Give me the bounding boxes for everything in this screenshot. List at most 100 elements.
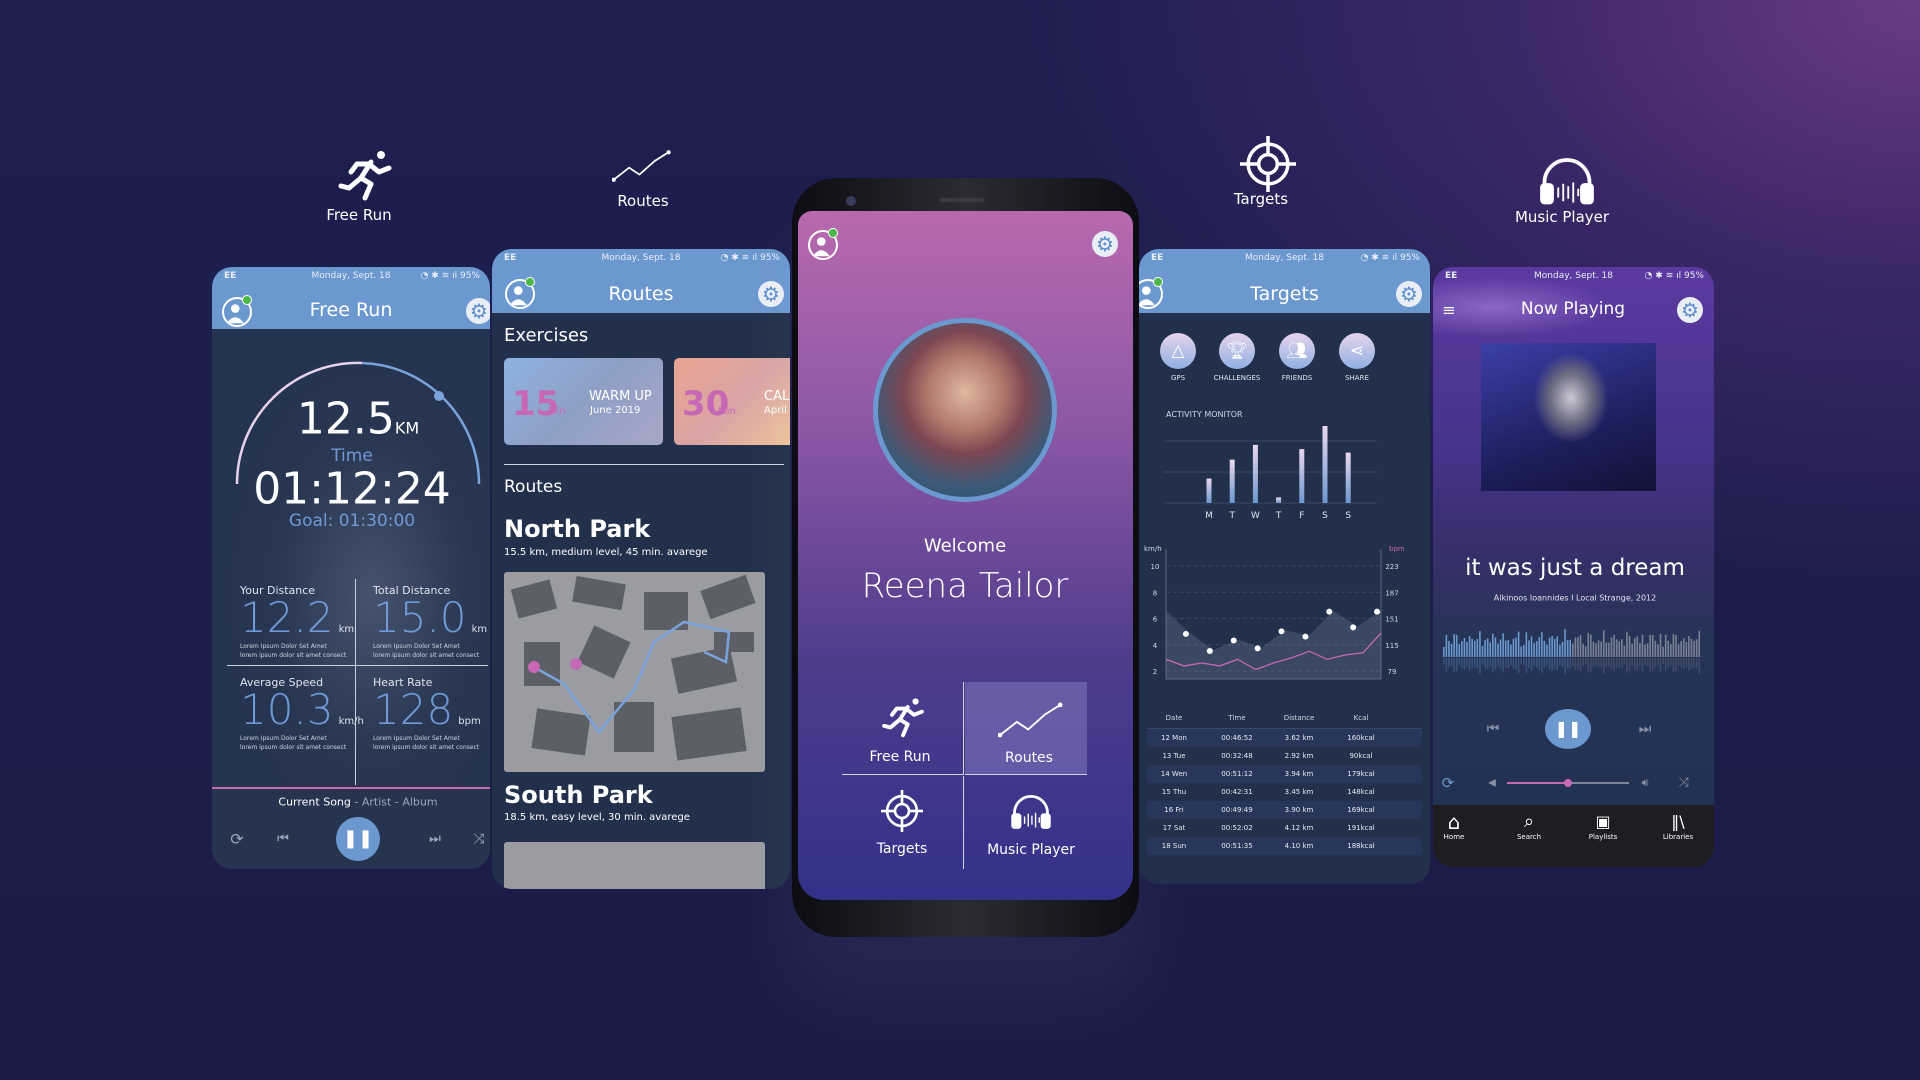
table-row[interactable]: 14 Wen 00:51:12 3.94 km 179kcal (1147, 765, 1422, 783)
previous-icon[interactable]: ⏮ (1487, 721, 1500, 737)
bar-T (1276, 497, 1282, 503)
nav-home[interactable]: ⌂ Home (1434, 811, 1474, 841)
wave-bar (1520, 646, 1522, 657)
activity-bar-chart: MTWTFSS (1164, 426, 1377, 521)
wave-bar (1577, 637, 1579, 657)
trophy-icon: 🏆︎ (1219, 333, 1255, 369)
wave-reflection (1698, 658, 1701, 674)
exercises-heading: Exercises (504, 325, 589, 346)
settings-gear-icon[interactable]: ⚙ (1677, 297, 1703, 323)
nav-playlists[interactable]: ▣ Playlists (1583, 811, 1623, 841)
exercise-card[interactable]: 15 Min WARM UP June 2019 (504, 358, 663, 445)
wave-reflection (1541, 658, 1543, 673)
wave-reflection (1530, 658, 1533, 671)
pause-button[interactable]: ❚❚ (1545, 709, 1591, 749)
stat-desc: lorem ipsum dolor sit amet consect (373, 652, 480, 659)
wave-bar (1522, 644, 1525, 657)
volume-knob[interactable] (1564, 779, 1572, 787)
wave-reflection (1623, 658, 1626, 665)
wave-bar (1608, 642, 1610, 657)
action-challenges[interactable]: 🏆︎ CHALLENGES (1207, 333, 1267, 382)
speed-point (1278, 628, 1285, 635)
tile-targets[interactable]: Targets (842, 776, 964, 869)
free-run-screen: EE Monday, Sept. 18 ◔ ✱ ≋ ıl 95% Free Run … (212, 267, 490, 869)
wave-reflection (1533, 658, 1535, 667)
wave-reflection (1579, 658, 1582, 672)
y-tick: 10 (1151, 563, 1160, 571)
wave-bar (1597, 640, 1600, 657)
wave-reflection (1520, 658, 1522, 665)
waveform-seekbar[interactable] (1443, 629, 1701, 685)
tile-free-run[interactable]: Free Run (842, 682, 964, 775)
nav-search[interactable]: ⌕ Search (1509, 811, 1549, 841)
next-icon[interactable]: ⏭ (429, 832, 441, 847)
wave-reflection (1489, 658, 1492, 667)
action-friends[interactable]: 👥︎ FRIENDS (1267, 333, 1327, 382)
volume-high-icon[interactable]: 🔊︎ (1642, 776, 1649, 790)
tile-routes[interactable]: Routes (965, 682, 1087, 775)
bar-label: M (1205, 511, 1213, 521)
y-tick: 6 (1153, 616, 1158, 624)
route-name[interactable]: South Park (504, 781, 653, 809)
gauge-knob[interactable] (434, 391, 444, 401)
song-progress[interactable] (212, 787, 490, 789)
previous-icon[interactable]: ⏮ (277, 832, 289, 847)
settings-gear-icon[interactable]: ⚙ (1396, 281, 1422, 307)
table-row[interactable]: 13 Tue 00:32:48 2.92 km 90kcal (1147, 747, 1422, 765)
table-cell: 191kcal (1347, 824, 1375, 832)
repeat-icon[interactable]: ⟳ (230, 830, 243, 849)
wave-reflection (1443, 658, 1445, 664)
repeat-icon[interactable]: ⟳ (1442, 774, 1455, 792)
nav-libraries[interactable]: ‖\ Libraries (1658, 811, 1698, 841)
wave-reflection (1628, 658, 1631, 671)
hamburger-menu-icon[interactable]: ≡ (1442, 301, 1455, 320)
table-cell: 4.10 km (1284, 842, 1314, 850)
battery: ◔ ✱ ≋ ıl 95% (1360, 253, 1420, 263)
bar-T (1229, 459, 1235, 503)
table-row[interactable]: 17 Sat 00:52:02 4.12 km 191kcal (1147, 819, 1422, 837)
wave-reflection (1471, 658, 1473, 669)
wave-bar (1574, 637, 1577, 657)
volume-low-icon[interactable]: ◀ (1488, 778, 1496, 789)
table-row[interactable]: 12 Mon 00:46:52 3.62 km 160kcal (1147, 729, 1422, 747)
shuffle-icon[interactable]: ⤨ (1679, 776, 1689, 791)
wave-bar (1579, 635, 1582, 657)
wave-reflection (1680, 658, 1682, 668)
tile-music-player[interactable]: Music Player (965, 776, 1087, 869)
pause-button[interactable]: ❚❚ (336, 817, 380, 861)
wave-bar (1605, 642, 1608, 657)
exercise-card[interactable]: 30 Min CAL April (674, 358, 790, 445)
wave-reflection (1690, 658, 1693, 669)
settings-gear-icon[interactable]: ⚙ (758, 281, 784, 307)
wave-bar (1497, 643, 1499, 657)
shuffle-icon[interactable]: ⤨ (473, 831, 484, 847)
next-icon[interactable]: ⏭ (1639, 721, 1652, 737)
volume-slider[interactable] (1507, 779, 1629, 787)
wave-bar (1468, 636, 1471, 657)
wave-reflection (1528, 658, 1530, 668)
wave-reflection (1450, 658, 1453, 666)
table-row[interactable]: 16 Fri 00:49:49 3.90 km 169kcal (1147, 801, 1422, 819)
wave-reflection (1455, 658, 1458, 672)
settings-gear-icon[interactable]: ⚙ (1092, 231, 1118, 257)
action-gps[interactable]: △ GPS (1148, 333, 1208, 382)
wave-reflection (1448, 658, 1450, 668)
table-cell: 12 Mon (1161, 734, 1187, 742)
bar-S (1322, 426, 1328, 503)
table-cell: 90kcal (1349, 752, 1373, 760)
route-desc: 18.5 km, easy level, 30 min. avarege (504, 812, 690, 823)
north-park-map[interactable] (504, 572, 765, 772)
south-park-map[interactable] (504, 842, 765, 889)
header: EE Monday, Sept. 18 ◔ ✱ ≋ ıl 95% Routes ⚙ (492, 249, 790, 313)
profile-photo[interactable] (873, 318, 1057, 502)
wave-bar (1553, 638, 1556, 657)
wave-bar (1556, 636, 1559, 657)
wave-bar (1664, 634, 1667, 657)
wave-reflection (1654, 658, 1657, 668)
route-name[interactable]: North Park (504, 515, 650, 543)
table-row[interactable]: 18 Sun 00:51:35 4.10 km 188kcal (1147, 837, 1422, 855)
action-share[interactable]: ⋖ SHARE (1327, 333, 1387, 382)
top-label-routes: Routes (617, 192, 669, 210)
top-label-free-run: Free Run (326, 206, 392, 224)
table-row[interactable]: 15 Thu 00:42:31 3.45 km 148kcal (1147, 783, 1422, 801)
